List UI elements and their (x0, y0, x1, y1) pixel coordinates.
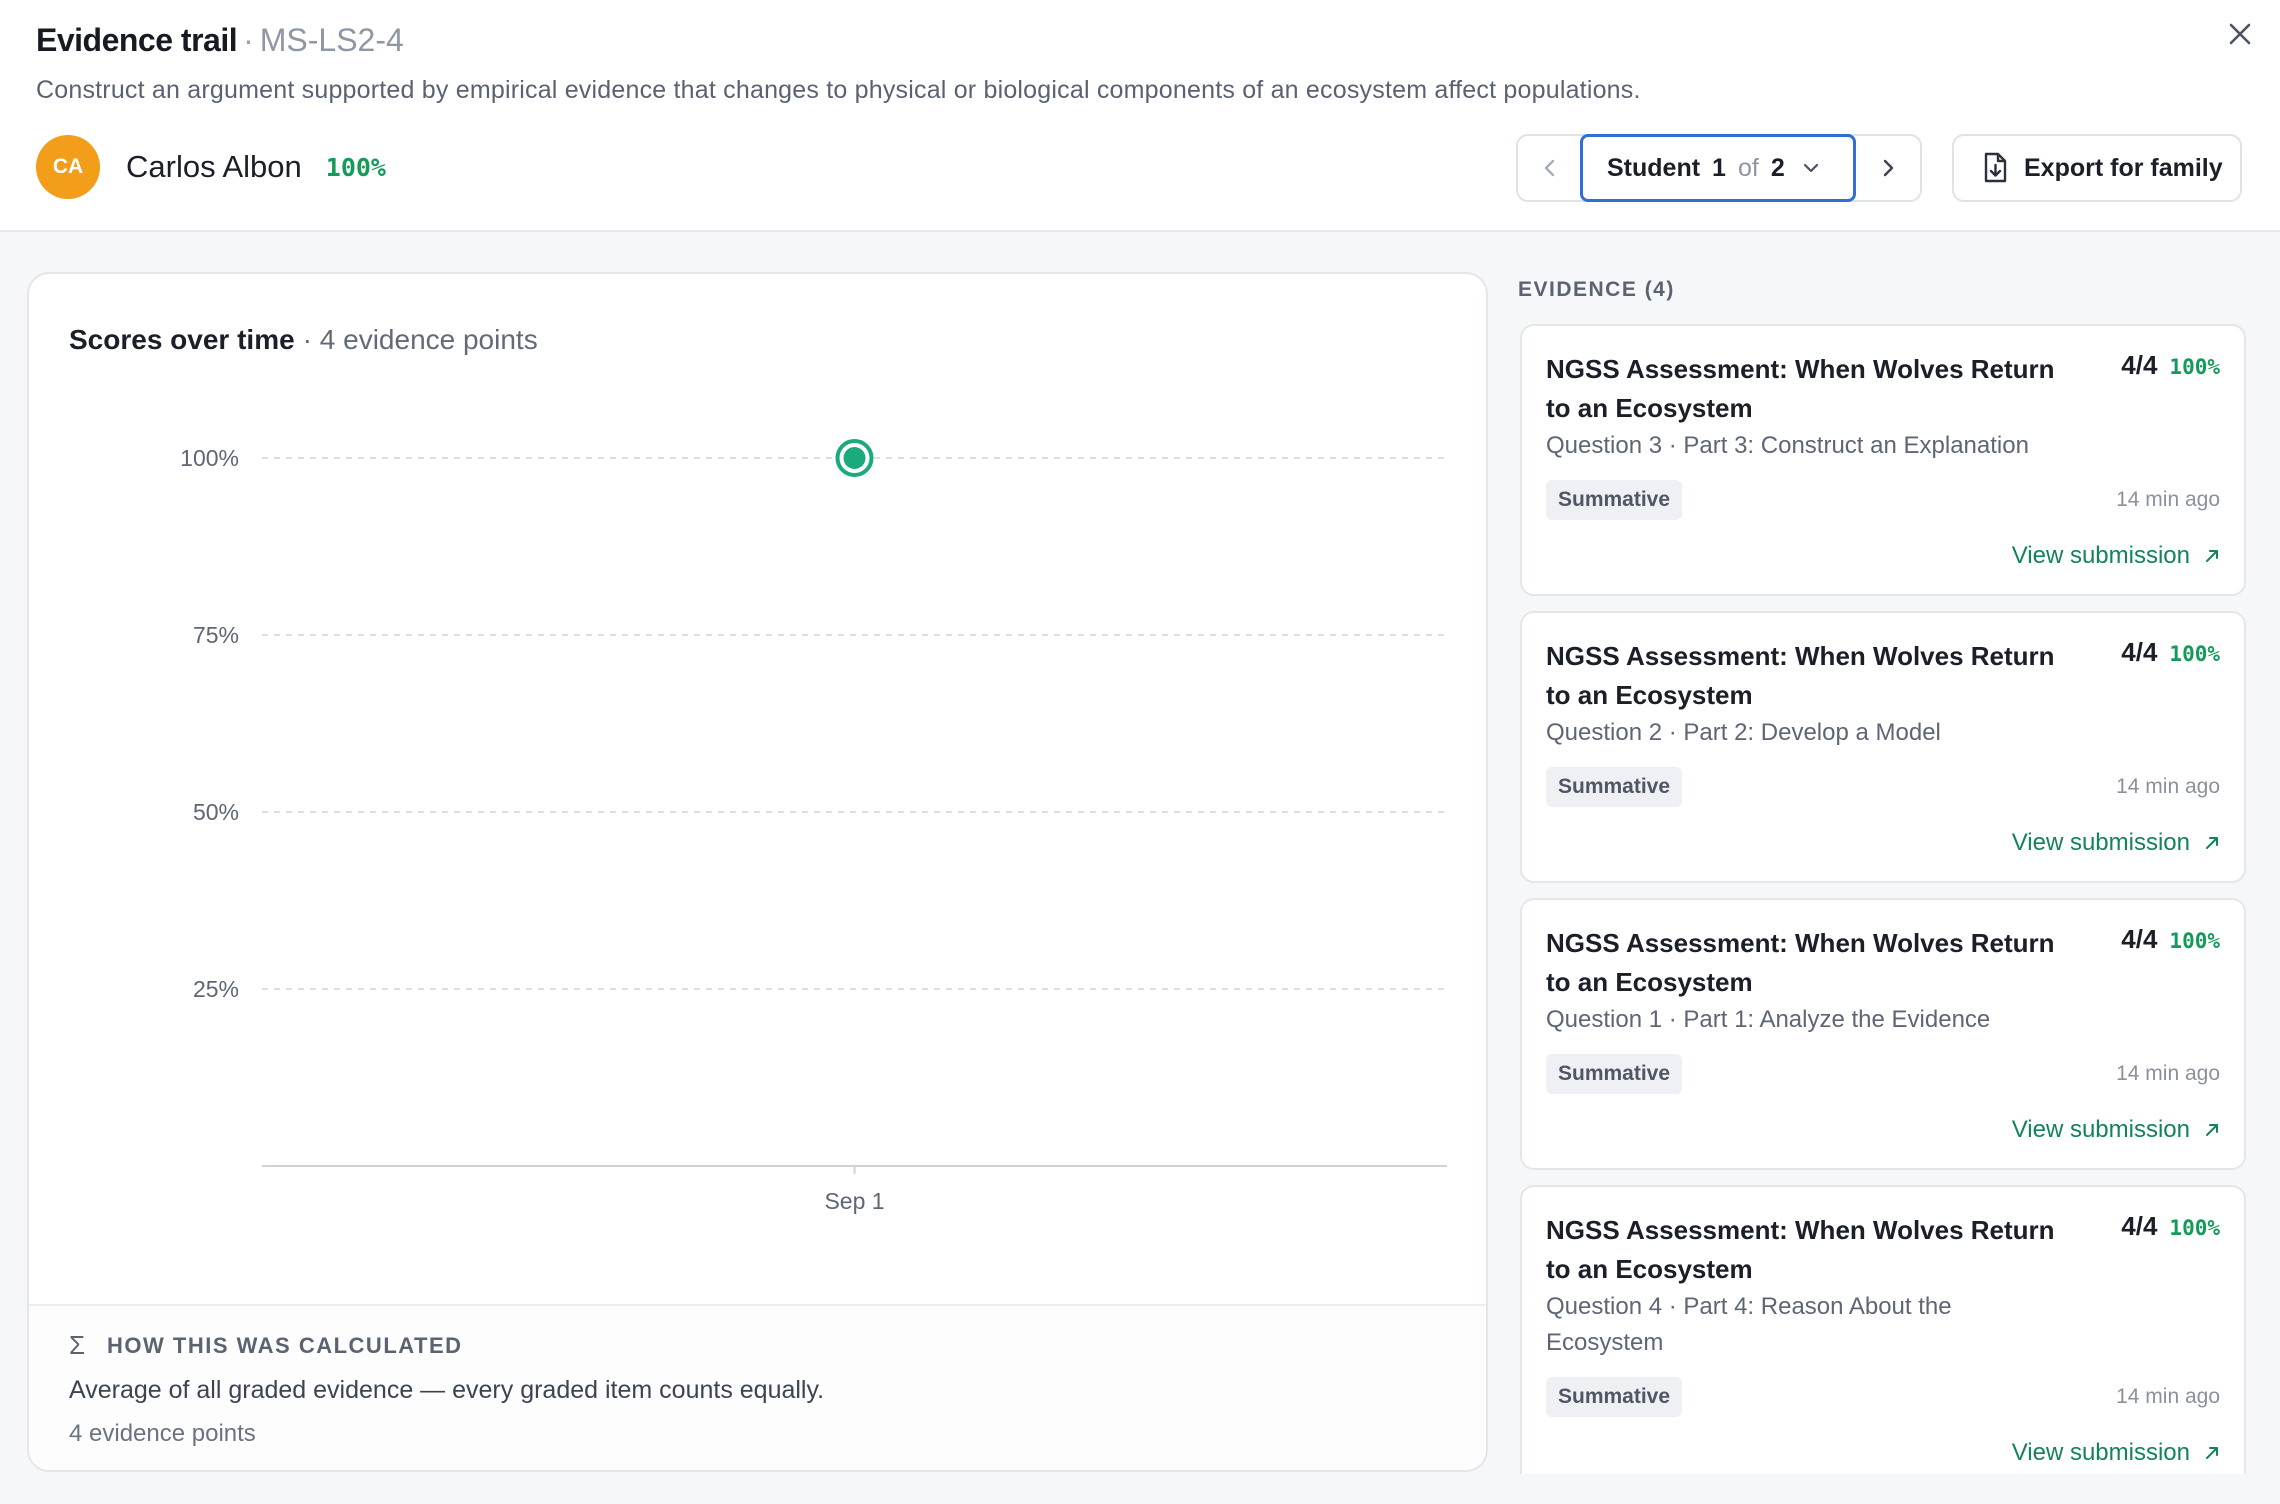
student-select[interactable]: Student 1 of 2 (1580, 134, 1856, 202)
evidence-type-badge: Summative (1546, 767, 1683, 807)
title-separator: · (243, 22, 254, 58)
data-point (843, 447, 866, 469)
y-tick-label: 75% (193, 622, 239, 648)
chevron-left-icon (1544, 159, 1555, 177)
student-name: Carlos Albon (126, 149, 302, 184)
evidence-timestamp: 14 min ago (2116, 1385, 2220, 1408)
sigma-icon: Σ (69, 1330, 86, 1360)
evidence-list: NGSS Assessment: When Wolves Return to a… (1520, 324, 2248, 1474)
evidence-score: 4/4 100% (2121, 924, 2220, 955)
chevron-right-icon (1883, 159, 1894, 177)
calculation-section: Σ HOW THIS WAS CALCULATED Average of all… (29, 1304, 1486, 1470)
calculation-description: Average of all graded evidence — every g… (69, 1376, 825, 1404)
calculation-title: HOW THIS WAS CALCULATED (107, 1332, 463, 1358)
previous-student-button[interactable] (1518, 136, 1582, 200)
student-info: CA Carlos Albon 100% (36, 134, 386, 200)
external-arrow-icon (2204, 1122, 2220, 1138)
student-pager: Student 1 of 2 (1516, 134, 1922, 202)
evidence-subtitle: Question 3 · Part 3: Construct an Explan… (1546, 432, 2029, 459)
view-submission-link[interactable]: View submission (2012, 829, 2220, 857)
evidence-score-fraction: 4/4 (2121, 924, 2158, 954)
calculation-count: 4 evidence points (69, 1420, 256, 1447)
evidence-title: NGSS Assessment: When Wolves Return to a… (1546, 354, 2055, 423)
x-tick-label: Sep 1 (824, 1188, 884, 1214)
modal-header: Evidence trail · MS-LS2-4 Construct an a… (0, 0, 2280, 232)
evidence-card: NGSS Assessment: When Wolves Return to a… (1520, 1185, 2246, 1474)
file-download-icon (1984, 152, 2007, 183)
title-row: Evidence trail · MS-LS2-4 (36, 22, 404, 59)
y-tick-label: 25% (193, 976, 239, 1002)
evidence-card: NGSS Assessment: When Wolves Return to a… (1520, 611, 2246, 883)
evidence-subtitle: Question 2 · Part 2: Develop a Model (1546, 719, 1941, 746)
evidence-subtitle: Question 1 · Part 1: Analyze the Evidenc… (1546, 1006, 1991, 1033)
scores-chart: 100% 75% 50% 25% Sep 1 (180, 439, 1447, 1214)
evidence-score: 4/4 100% (2121, 1211, 2220, 1242)
evidence-card: NGSS Assessment: When Wolves Return to a… (1520, 898, 2246, 1170)
student-select-label: Student (1607, 153, 1701, 182)
evidence-score-percent: 100% (2169, 929, 2220, 953)
next-student-button[interactable] (1856, 136, 1920, 200)
student-score: 100% (325, 152, 386, 182)
view-submission-label: View submission (2011, 1439, 2190, 1466)
y-tick-label: 100% (180, 445, 239, 471)
view-submission-label: View submission (2011, 1116, 2190, 1143)
close-button[interactable] (2220, 14, 2260, 54)
evidence-score-percent: 100% (2169, 642, 2220, 666)
evidence-title: NGSS Assessment: When Wolves Return to a… (1546, 1215, 2055, 1284)
evidence-heading: EVIDENCE (4) (1518, 278, 1675, 301)
evidence-score-fraction: 4/4 (2121, 637, 2158, 667)
view-submission-link[interactable]: View submission (2012, 542, 2220, 570)
external-arrow-icon (2204, 835, 2220, 851)
student-of-label: of (1737, 153, 1759, 182)
y-tick-label: 50% (193, 799, 239, 825)
page-title: Evidence trail (36, 22, 238, 58)
export-button-label: Export for family (2024, 153, 2223, 182)
evidence-timestamp: 14 min ago (2116, 775, 2220, 798)
view-submission-label: View submission (2011, 829, 2190, 856)
avatar: CA (36, 135, 100, 199)
standard-code: MS-LS2-4 (259, 22, 404, 58)
student-total-number: 2 (1770, 153, 1785, 182)
evidence-timestamp: 14 min ago (2116, 1062, 2220, 1085)
evidence-title: NGSS Assessment: When Wolves Return to a… (1546, 928, 2055, 997)
view-submission-label: View submission (2011, 542, 2190, 569)
evidence-score-fraction: 4/4 (2121, 1211, 2158, 1241)
export-for-family-button[interactable]: Export for family (1952, 134, 2242, 202)
view-submission-link[interactable]: View submission (2012, 1116, 2220, 1144)
external-arrow-icon (2204, 548, 2220, 564)
evidence-type-badge: Summative (1546, 1054, 1683, 1094)
evidence-score-fraction: 4/4 (2121, 350, 2158, 380)
evidence-score: 4/4 100% (2121, 350, 2220, 381)
view-submission-link[interactable]: View submission (2012, 1439, 2220, 1467)
evidence-title: NGSS Assessment: When Wolves Return to a… (1546, 641, 2055, 710)
student-current-number: 1 (1712, 153, 1726, 182)
calculation-header: Σ HOW THIS WAS CALCULATED (69, 1330, 463, 1361)
evidence-timestamp: 14 min ago (2116, 488, 2220, 511)
evidence-type-badge: Summative (1546, 480, 1683, 520)
evidence-subtitle: Question 4 · Part 4: Reason About the Ec… (1546, 1293, 1952, 1356)
chevron-down-icon (1801, 158, 1821, 178)
scores-chart-panel: Scores over time · 4 evidence points 100… (27, 272, 1488, 1472)
evidence-score-percent: 100% (2169, 1216, 2220, 1240)
external-arrow-icon (2204, 1445, 2220, 1461)
evidence-score-percent: 100% (2169, 355, 2220, 379)
close-icon (2229, 23, 2251, 45)
evidence-score: 4/4 100% (2121, 637, 2220, 668)
evidence-type-badge: Summative (1546, 1377, 1683, 1417)
evidence-card: NGSS Assessment: When Wolves Return to a… (1520, 324, 2246, 596)
standard-description: Construct an argument supported by empir… (36, 76, 1641, 104)
